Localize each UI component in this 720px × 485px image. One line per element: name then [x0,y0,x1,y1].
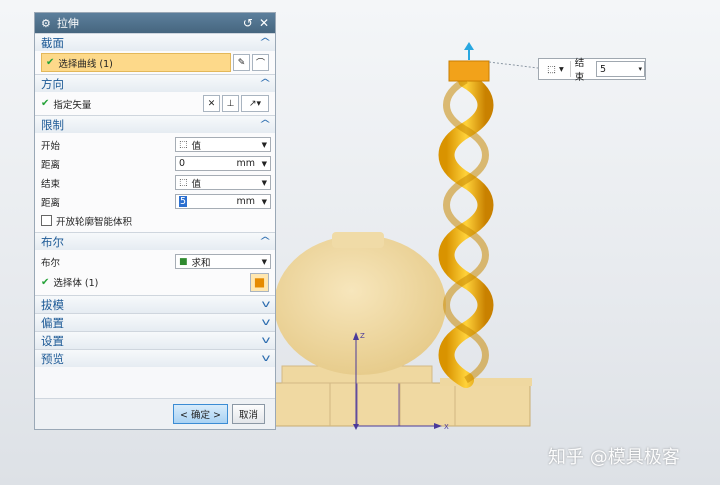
unite-icon: ■ [179,256,188,267]
specify-vector-label: 指定矢量 [53,99,92,111]
boolean-value: 求和 [191,257,211,269]
chevron-down-icon: ▾ [638,65,643,73]
sketch-icon: ✎ [237,57,246,68]
start-distance-value: 0 [179,158,186,169]
chevron-down-icon: ▼ [261,178,267,187]
section-header-offset[interactable]: 偏置 v [35,313,275,331]
chevron-up-icon: ^ [258,119,272,130]
chevron-up-icon: ^ [258,236,272,247]
unit-label: mm [236,158,255,169]
unit-label: mm [236,196,255,207]
reverse-icon: ✕ [207,98,216,109]
end-label: 结束 [574,58,585,83]
section-title: 截面 [41,35,64,50]
vector-icon: ⊥ [226,98,235,109]
dialog-titlebar[interactable]: ⚙ 拉伸 ↺ ✕ [35,13,275,33]
vector-type-dropdown[interactable]: ↗ ▾ [241,95,269,112]
end-distance-value: 5 [179,196,188,207]
solid-body-icon: ■ [253,275,266,289]
cube-icon: ⬚ [179,139,188,150]
curve-select-button[interactable]: ⌒ [252,54,269,71]
end-type-select[interactable]: ⬚ 值 ▼ [175,175,271,190]
bulb-neck [332,232,384,248]
dialog-footer: < 确定 > 取消 [35,398,275,429]
section-title: 布尔 [41,234,64,249]
cube-icon: ⬚ [546,63,556,75]
section-title: 预览 [41,351,64,366]
section-title: 方向 [41,76,64,91]
chevron-down-icon: v [261,299,271,310]
start-distance-input[interactable]: 0 mm ▼ [175,156,271,171]
open-profile-checkbox[interactable] [41,215,52,226]
base-block [273,382,531,427]
section-header-settings[interactable]: 设置 v [35,331,275,349]
cube-icon: ⬚ [179,177,188,188]
close-icon[interactable]: ✕ [259,16,269,30]
end-type-value: 值 [191,178,202,190]
section-title: 设置 [41,333,64,348]
svg-text:X: X [444,423,449,431]
section-header-boolean[interactable]: 布尔 ^ [35,232,275,250]
vector-arrow-icon[interactable] [464,42,474,50]
bulb-body [274,235,446,375]
vector-dialog-button[interactable]: ⊥ [222,95,239,112]
checkmark-icon: ✔ [41,98,50,109]
reverse-direction-button[interactable]: ✕ [203,95,220,112]
watermark: 知乎 @模具极客 [548,447,680,468]
reset-icon[interactable]: ↺ [243,16,253,30]
chevron-down-icon: v [261,353,271,364]
origin-marker-icon [353,424,359,430]
chevron-down-icon: ▼ [261,159,267,168]
section-header-preview[interactable]: 预览 v [35,349,275,367]
sketch-section-button[interactable]: ✎ [233,54,250,71]
section-title: 偏置 [41,315,64,330]
boolean-select[interactable]: ■ 求和 ▼ [175,254,271,269]
extrude-preview[interactable] [448,60,490,82]
end-value-field[interactable]: 5 ▾ [595,61,646,77]
section-header-direction[interactable]: 方向 ^ [35,74,275,92]
ok-button[interactable]: < 确定 > [173,404,228,424]
end-value-text: 5 [599,63,606,75]
chevron-down-icon: v [261,335,271,346]
chevron-up-icon: ^ [258,78,272,89]
chevron-down-icon: ▼ [261,197,267,206]
select-curve-row[interactable]: ✔ 选择曲线 (1) [41,53,231,72]
section-title: 限制 [41,117,64,132]
section-header-limits[interactable]: 限制 ^ [35,115,275,133]
start-type-value: 值 [191,140,202,152]
start-type-select[interactable]: ⬚ 值 ▼ [175,137,271,152]
section-title: 拔模 [41,297,64,312]
select-curve-label: 选择曲线 (1) [58,58,113,70]
checkmark-icon: ✔ [41,276,50,288]
gear-icon: ⚙ [41,16,51,30]
section-header-section[interactable]: 截面 ^ [35,33,275,51]
chevron-down-icon: ▼ [261,257,267,266]
dialog-title: 拉伸 [56,17,79,30]
curve-icon: ⌒ [255,59,265,69]
svg-text:Z: Z [360,332,365,340]
extrude-dialog: ⚙ 拉伸 ↺ ✕ 截面 ^ ✔ 选择曲线 (1) ✎ ⌒ 方向 ^ ✔ 指定矢量… [34,12,276,430]
select-body-button[interactable]: ■ [250,272,269,292]
cancel-button[interactable]: 取消 [231,404,265,424]
end-limit-handle-toolbar[interactable]: ⬚ ▾ 结束 5 ▾ [538,58,646,83]
chevron-up-icon: ^ [258,37,272,48]
section-header-draft[interactable]: 拔模 v [35,295,275,313]
checkmark-icon: ✔ [46,57,55,68]
axis-icon: ↗ [248,98,257,109]
open-profile-label: 开放轮廓智能体积 [56,216,133,228]
chevron-down-icon: ▼ [261,140,267,149]
chevron-down-icon: v [261,317,271,328]
select-body-label: 选择体 (1) [53,278,99,289]
end-distance-input[interactable]: 5 mm ▼ [175,194,271,209]
end-type-dropdown[interactable]: ⬚ ▾ [541,61,571,77]
